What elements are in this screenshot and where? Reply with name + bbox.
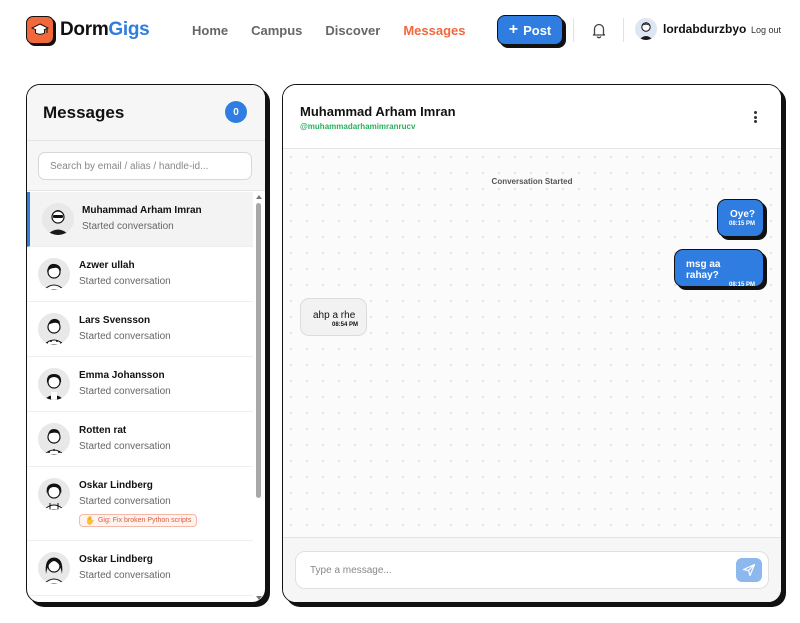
- avatar: [38, 552, 70, 584]
- conversation-item[interactable]: Lars Svensson Started conversation: [27, 302, 253, 357]
- logo[interactable]: DormGigs: [26, 16, 150, 44]
- unread-count-badge: 0: [225, 101, 247, 123]
- conversation-preview: Started conversation: [79, 496, 171, 507]
- scroll-up-icon[interactable]: [256, 195, 262, 199]
- app-name-prefix: Dorm: [60, 19, 109, 40]
- conversation-scrollbar[interactable]: [255, 195, 262, 600]
- send-icon: [742, 563, 756, 577]
- conversation-name: Oskar Lindberg: [79, 480, 153, 491]
- conversation-name: Oskar Lindberg: [79, 554, 153, 565]
- nav-discover[interactable]: Discover: [325, 23, 380, 38]
- conversation-item[interactable]: Emma Johansson Started conversation: [27, 357, 253, 412]
- search-input[interactable]: [38, 152, 252, 180]
- chat-panel: Muhammad Arham Imran @muhammadarhamimran…: [282, 84, 782, 603]
- message-time: 08:15 PM: [728, 282, 755, 288]
- conversation-list: Muhammad Arham Imran Started conversatio…: [27, 192, 253, 602]
- conversation-item[interactable]: Azwer ullah Started conversation: [27, 247, 253, 302]
- search-bar: [27, 141, 265, 191]
- message-thread: Conversation Started Oye? 08:15 PM msg a…: [283, 149, 781, 537]
- conversation-name: Emma Johansson: [79, 370, 165, 381]
- chat-contact-name: Muhammad Arham Imran: [300, 104, 456, 119]
- chat-contact-handle[interactable]: @muhammadarhamimranrucv: [300, 122, 415, 131]
- avatar: [38, 313, 70, 345]
- conversation-preview: Started conversation: [79, 276, 171, 287]
- app-name-accent: Gigs: [108, 19, 150, 40]
- scrollbar-thumb[interactable]: [256, 203, 261, 498]
- conversation-started-note: Conversation Started: [491, 177, 573, 186]
- avatar: [38, 423, 70, 455]
- graduation-cap-icon: [26, 16, 54, 44]
- composer: [283, 537, 781, 602]
- conversation-item[interactable]: Oskar Lindberg Started conversation ✋ Gi…: [27, 467, 253, 541]
- message-text: ahp a rhe: [313, 310, 356, 321]
- conversation-name: Muhammad Arham Imran: [82, 205, 202, 216]
- messages-title: Messages: [43, 103, 125, 122]
- message-time: 08:54 PM: [331, 322, 358, 328]
- hand-icon: ✋: [85, 516, 95, 525]
- avatar: [42, 203, 74, 235]
- app-name: DormGigs: [60, 19, 150, 41]
- message-bubble-sent: msg aa rahay? 08:15 PM: [674, 249, 764, 288]
- message-time: 08:15 PM: [728, 221, 755, 227]
- avatar: [635, 18, 657, 40]
- chat-header: Muhammad Arham Imran @muhammadarhamimran…: [283, 85, 781, 149]
- scroll-down-icon[interactable]: [256, 596, 262, 600]
- main-nav: Home Campus Discover Messages: [192, 23, 489, 38]
- divider: [573, 18, 574, 42]
- conversation-preview: Started conversation: [79, 441, 171, 452]
- post-button[interactable]: + Post: [497, 15, 563, 45]
- nav-home[interactable]: Home: [192, 23, 228, 38]
- bell-icon[interactable]: [589, 20, 609, 40]
- avatar: [38, 478, 70, 510]
- conversation-name: Rotten rat: [79, 425, 127, 436]
- top-navbar: DormGigs Home Campus Discover Messages +…: [0, 0, 800, 62]
- message-text: Oye?: [729, 209, 755, 220]
- gig-tag-label: Gig: Fix broken Python scripts: [97, 517, 192, 524]
- conversation-preview: Started conversation: [82, 221, 174, 232]
- message-bubble-sent: Oye? 08:15 PM: [717, 199, 764, 237]
- user-menu[interactable]: lordabdurzbyo: [635, 18, 746, 40]
- message-text: msg aa rahay?: [686, 259, 721, 281]
- conversation-preview: Started conversation: [79, 570, 171, 581]
- conversation-item[interactable]: Oskar Lindberg Started conversation: [27, 541, 253, 596]
- conversation-name: Azwer ullah: [79, 260, 135, 271]
- nav-campus[interactable]: Campus: [251, 23, 302, 38]
- nav-messages[interactable]: Messages: [403, 23, 465, 38]
- conversation-item[interactable]: Muhammad Arham Imran Started conversatio…: [27, 192, 253, 247]
- avatar: [38, 258, 70, 290]
- conversation-name: Lars Svensson: [79, 315, 151, 326]
- avatar: [38, 368, 70, 400]
- messages-panel: Messages 0 Muhammad Arham Imran Started …: [26, 84, 266, 603]
- message-input[interactable]: [295, 551, 769, 589]
- send-button[interactable]: [736, 558, 762, 582]
- gig-tag[interactable]: ✋ Gig: Fix broken Python scripts: [79, 514, 198, 527]
- username: lordabdurzbyo: [663, 22, 747, 36]
- more-options-icon[interactable]: [751, 109, 759, 125]
- divider: [623, 18, 624, 42]
- conversation-preview: Started conversation: [79, 386, 171, 397]
- logout-link[interactable]: Log out: [751, 25, 781, 35]
- conversation-preview: Started conversation: [79, 331, 171, 342]
- message-bubble-received: ahp a rhe 08:54 PM: [300, 298, 367, 336]
- messages-header: Messages 0: [27, 85, 265, 141]
- post-button-label: Post: [523, 22, 552, 38]
- plus-icon: +: [508, 21, 519, 38]
- conversation-item[interactable]: Rotten rat Started conversation: [27, 412, 253, 467]
